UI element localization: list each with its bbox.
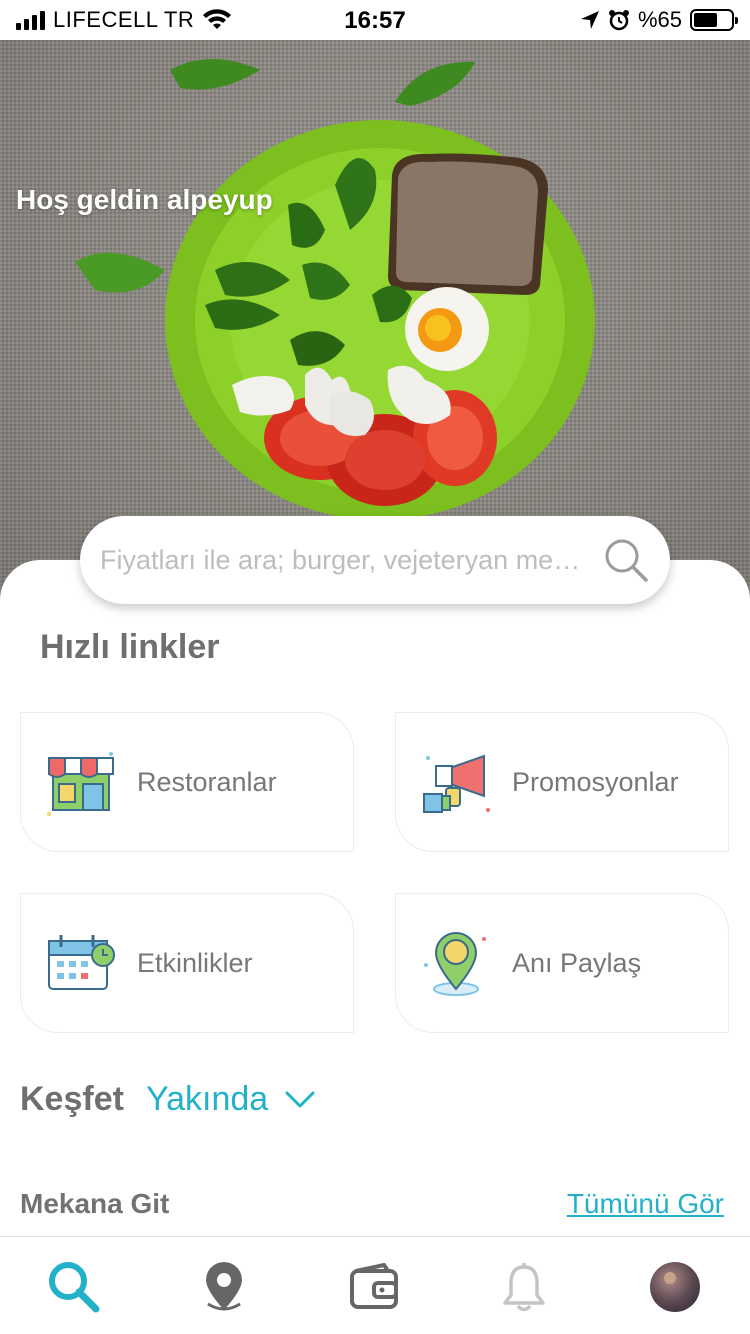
quick-link-events[interactable]: Etkinlikler xyxy=(20,893,354,1033)
bell-icon xyxy=(503,1263,545,1312)
quick-link-restaurants[interactable]: Restoranlar xyxy=(20,712,354,852)
chevron-down-icon xyxy=(285,1091,315,1107)
venues-section-title: Mekana Git xyxy=(20,1188,170,1219)
tab-search[interactable] xyxy=(46,1259,102,1315)
discover-filter-dropdown[interactable]: Yakında xyxy=(146,1080,316,1119)
battery-percent: %65 xyxy=(637,7,682,32)
store-icon xyxy=(47,752,114,816)
location-arrow-icon xyxy=(580,11,599,29)
alarm-icon xyxy=(608,10,629,31)
tab-notifications[interactable] xyxy=(496,1259,552,1315)
see-all-link[interactable]: Tümünü Gör xyxy=(567,1188,724,1220)
quick-link-promotions[interactable]: Promosyonlar xyxy=(395,712,729,852)
quick-links-title: Hızlı linkler xyxy=(40,628,220,666)
quick-link-label: Anı Paylaş xyxy=(512,947,642,978)
search-input[interactable] xyxy=(100,544,590,576)
discover-label: Keşfet xyxy=(20,1080,124,1118)
search-icon[interactable] xyxy=(602,536,650,584)
bottom-tab-bar xyxy=(0,1236,750,1334)
megaphone-icon xyxy=(423,754,490,813)
map-pin-icon xyxy=(206,1262,242,1311)
quick-link-share-moment[interactable]: Anı Paylaş xyxy=(395,893,729,1033)
avatar xyxy=(650,1262,700,1312)
calendar-icon xyxy=(48,935,115,990)
status-bar: LIFECELL TR 16:57 %65 xyxy=(0,0,750,40)
tab-profile[interactable] xyxy=(647,1259,703,1315)
search-bar[interactable] xyxy=(80,516,670,604)
welcome-text: Hoş geldin alpeyup xyxy=(16,184,273,215)
discover-row: Keşfet Yakında xyxy=(20,1080,316,1119)
wallet-icon xyxy=(350,1263,398,1309)
battery-icon xyxy=(690,9,738,31)
quick-link-label: Etkinlikler xyxy=(137,947,253,978)
discover-filter-value: Yakında xyxy=(145,1080,269,1118)
tab-wallet[interactable] xyxy=(346,1259,402,1315)
quick-link-label: Restoranlar xyxy=(137,766,277,797)
location-pin-icon xyxy=(424,932,486,996)
quick-link-label: Promosyonlar xyxy=(512,766,679,797)
search-icon xyxy=(49,1262,100,1313)
tab-map[interactable] xyxy=(196,1259,252,1315)
